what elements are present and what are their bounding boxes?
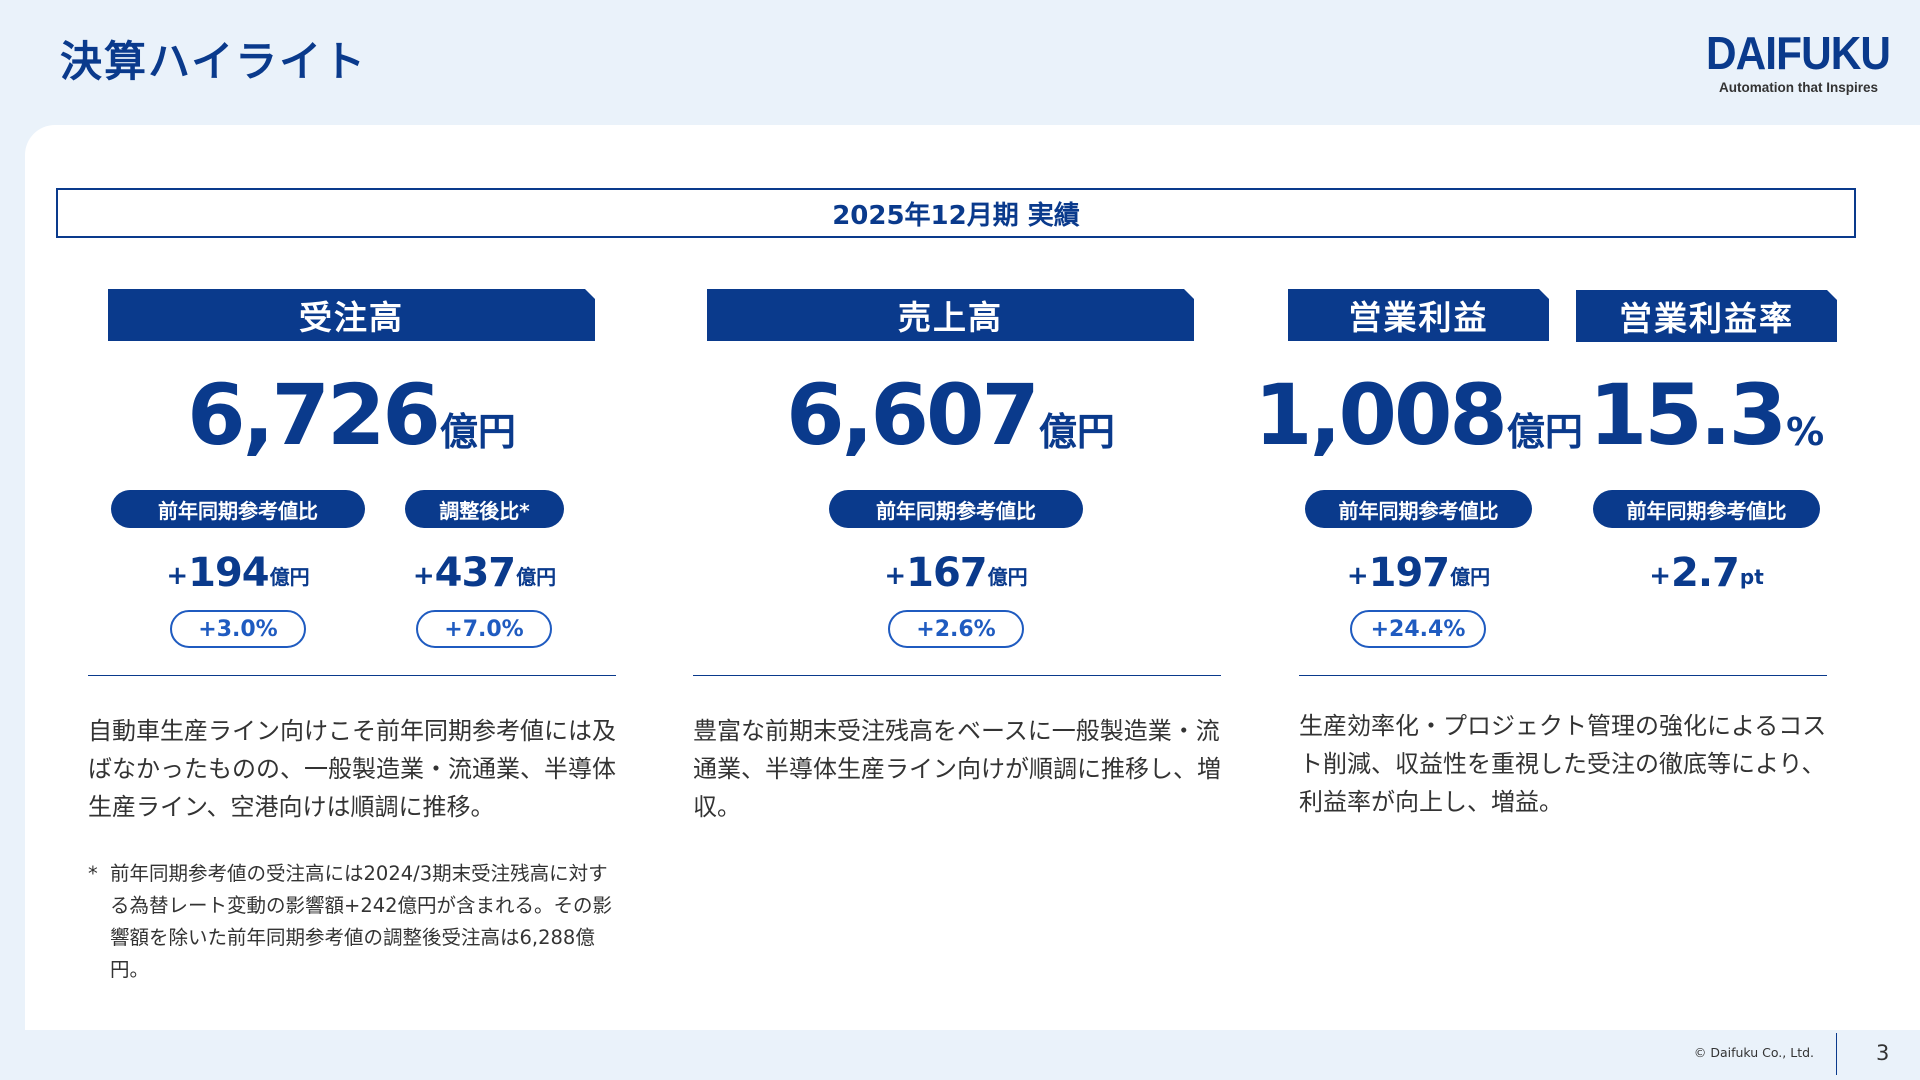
orders-banner: 受注高 <box>108 289 595 341</box>
sales-yoy-delta: + 167 億円 <box>829 545 1083 595</box>
operating-margin-banner: 営業利益率 <box>1576 290 1837 342</box>
sales-description: 豊富な前期末受注残高をベースに一般製造業・流通業、半導体生産ライン向けが順調に推… <box>693 717 1221 821</box>
operating-margin-yoy-pill: 前年同期参考値比 <box>1593 490 1820 528</box>
operating-margin-yoy-delta-number: 2.7 <box>1671 550 1740 596</box>
orders-description: 自動車生産ライン向けこそ前年同期参考値には及ばなかったものの、一般製造業・流通業… <box>88 717 616 821</box>
operating-income-yoy-pill: 前年同期参考値比 <box>1305 490 1532 528</box>
sales-yoy-percent: +2.6% <box>888 610 1024 648</box>
operating-margin-value: 15.3 % <box>1576 368 1837 458</box>
orders-adjusted-pill: 調整後比* <box>405 490 564 528</box>
orders-footnote: * 前年同期参考値の受注高には2024/3期末受注残高に対する為替レート変動の影… <box>88 858 618 986</box>
footer-separator <box>1836 1033 1837 1075</box>
logo-tagline: Automation that Inspires <box>1718 80 1878 95</box>
sales-yoy-sign: + <box>884 561 907 591</box>
operating-income-banner: 営業利益 <box>1288 289 1549 341</box>
sales-value: 6,607 億円 <box>707 368 1194 458</box>
operating-income-yoy-percent: +24.4% <box>1350 610 1486 648</box>
orders-yoy-sign: + <box>166 561 189 591</box>
operating-income-yoy-delta-unit: 億円 <box>1450 565 1491 589</box>
orders-adjusted-delta: + 437 億円 <box>390 545 579 595</box>
orders-adjusted-delta-number: 437 <box>434 550 516 596</box>
page-title: 決算ハイライト <box>60 37 368 86</box>
page-number: 3 <box>1876 1041 1890 1065</box>
footnote-text: 前年同期参考値の受注高には2024/3期末受注残高に対する為替レート変動の影響額… <box>110 862 613 981</box>
sales-divider <box>693 675 1221 676</box>
logo-wordmark: DAIFUKU <box>1706 27 1891 79</box>
operating-margin-yoy-delta: + 2.7 pt <box>1593 545 1820 595</box>
footnote-mark: * <box>88 862 98 885</box>
period-heading: 2025年12月期 実績 <box>56 188 1856 238</box>
sales-yoy-delta-number: 167 <box>906 550 987 596</box>
profit-description: 生産効率化・プロジェクト管理の強化によるコスト削減、収益性を重視した受注の徹底等… <box>1299 712 1827 816</box>
operating-margin-yoy-delta-unit: pt <box>1739 565 1764 589</box>
sales-yoy-pill: 前年同期参考値比 <box>829 490 1083 528</box>
orders-adjusted-delta-unit: 億円 <box>516 565 557 589</box>
sales-number: 6,607 <box>786 366 1040 464</box>
orders-yoy-delta-number: 194 <box>188 550 269 596</box>
operating-income-number: 1,008 <box>1254 366 1508 464</box>
profit-divider <box>1299 675 1827 676</box>
operating-income-unit: 億円 <box>1506 410 1583 454</box>
operating-income-yoy-delta-number: 197 <box>1368 550 1450 596</box>
copyright: © Daifuku Co., Ltd. <box>1693 1045 1814 1060</box>
operating-income-yoy-sign: + <box>1346 561 1369 591</box>
orders-divider <box>88 675 616 676</box>
sales-yoy-delta-unit: 億円 <box>987 565 1028 589</box>
operating-income-value: 1,008 億円 <box>1254 368 1583 458</box>
orders-unit: 億円 <box>439 410 516 454</box>
orders-value: 6,726 億円 <box>108 368 595 458</box>
sales-unit: 億円 <box>1038 410 1115 454</box>
sales-banner: 売上高 <box>707 289 1194 341</box>
operating-margin-number: 15.3 <box>1588 366 1787 464</box>
operating-margin-unit: % <box>1786 410 1825 454</box>
orders-yoy-delta: + 194 億円 <box>111 545 365 595</box>
orders-number: 6,726 <box>187 366 441 464</box>
orders-adjusted-sign: + <box>412 561 435 591</box>
orders-yoy-percent: +3.0% <box>170 610 306 648</box>
company-logo: DAIFUKU Automation that Inspires <box>1670 27 1891 100</box>
orders-adjusted-percent: +7.0% <box>416 610 552 648</box>
orders-yoy-delta-unit: 億円 <box>269 565 310 589</box>
orders-yoy-pill: 前年同期参考値比 <box>111 490 365 528</box>
operating-income-yoy-delta: + 197 億円 <box>1305 545 1532 595</box>
operating-margin-yoy-sign: + <box>1649 561 1672 591</box>
